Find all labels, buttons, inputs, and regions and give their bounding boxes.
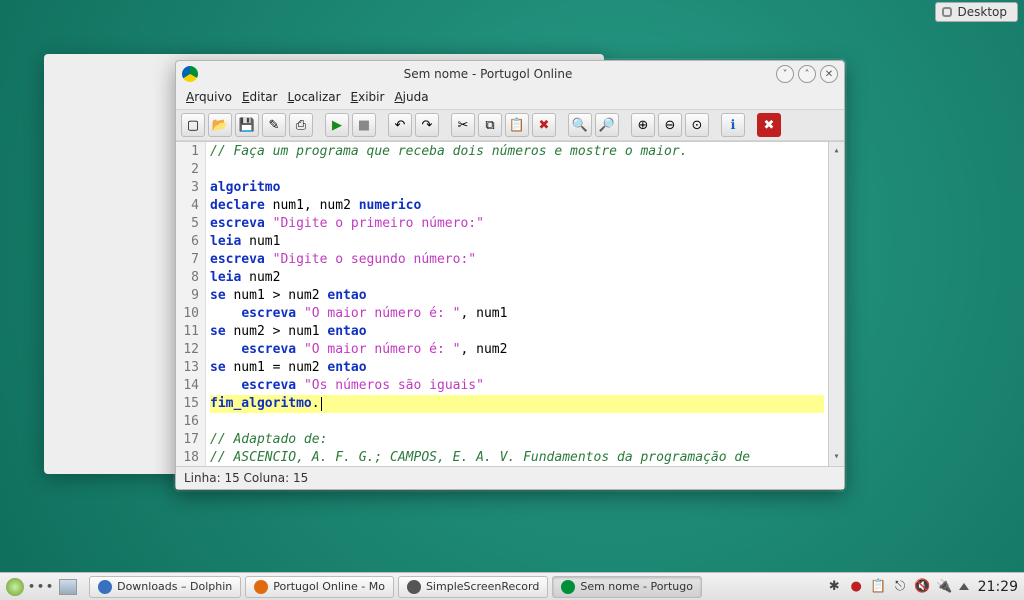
toolbar-about-button[interactable]: ℹ bbox=[721, 113, 745, 137]
toolbar-copy-button[interactable]: ⧉ bbox=[478, 113, 502, 137]
task-icon bbox=[254, 580, 268, 594]
start-menu[interactable] bbox=[6, 578, 24, 596]
code-line[interactable]: // ASCENCIO, A. F. G.; CAMPOS, E. A. V. … bbox=[210, 449, 824, 466]
vertical-scrollbar[interactable] bbox=[828, 142, 844, 466]
tray-battery-icon[interactable]: 🔌 bbox=[937, 579, 952, 594]
menu-arquivo[interactable]: Arquivo bbox=[182, 88, 236, 106]
code-line[interactable]: escreva "Digite o segundo número:" bbox=[210, 251, 824, 269]
task-label: Portugol Online - Mo bbox=[273, 580, 385, 593]
quicklaunch[interactable]: ••• bbox=[28, 580, 55, 593]
toolbar-zoomreset-button[interactable]: ⊙ bbox=[685, 113, 709, 137]
code-line[interactable]: escreva "Os números são iguais" bbox=[210, 377, 824, 395]
task-firefox[interactable]: Portugol Online - Mo bbox=[245, 576, 394, 598]
status-bar: Linha: 15 Coluna: 15 bbox=[176, 466, 844, 489]
desktop-swapper-label: Desktop bbox=[958, 5, 1008, 19]
task-portugol[interactable]: Sem nome - Portugo bbox=[552, 576, 702, 598]
window-title: Sem nome - Portugol Online bbox=[204, 67, 772, 81]
menu-ajuda[interactable]: Ajuda bbox=[390, 88, 432, 106]
app-icon bbox=[182, 66, 198, 82]
code-editor[interactable]: 12345678910111213141516171819 // Faça um… bbox=[176, 141, 844, 466]
toolbar-find-button[interactable]: 🔍 bbox=[568, 113, 592, 137]
minimize-button[interactable]: ˅ bbox=[776, 65, 794, 83]
toolbar-exit-button[interactable]: ✖ bbox=[757, 113, 781, 137]
task-icon bbox=[407, 580, 421, 594]
app-window-portugol: Sem nome - Portugol Online ˅ ˄ ✕ Arquivo… bbox=[175, 60, 845, 490]
toolbar-zoomin-button[interactable]: ⊕ bbox=[631, 113, 655, 137]
taskbar: ••• Downloads – Dolphin Portugol Online -… bbox=[0, 572, 1024, 600]
tray-network-icon[interactable]: ⎋ bbox=[893, 579, 908, 594]
toolbar: ▢📂💾✎⎙▶■↶↷✂⧉📋✖🔍🔎⊕⊖⊙ℹ✖ bbox=[176, 109, 844, 141]
task-label: SimpleScreenRecord bbox=[426, 580, 539, 593]
toolbar-zoomout-button[interactable]: ⊖ bbox=[658, 113, 682, 137]
toolbar-save-button[interactable]: 💾 bbox=[235, 113, 259, 137]
toolbar-paste-button[interactable]: 📋 bbox=[505, 113, 529, 137]
menu-editar[interactable]: Editar bbox=[238, 88, 282, 106]
opensuse-start-icon bbox=[6, 578, 24, 596]
code-line[interactable]: se num1 > num2 entao bbox=[210, 287, 824, 305]
code-line[interactable]: // Adaptado de: bbox=[210, 431, 824, 449]
toolbar-cut-button[interactable]: ✂ bbox=[451, 113, 475, 137]
code-line[interactable]: escreva "Digite o primeiro número:" bbox=[210, 215, 824, 233]
toolbar-delete-button[interactable]: ✖ bbox=[532, 113, 556, 137]
task-dolphin[interactable]: Downloads – Dolphin bbox=[89, 576, 241, 598]
code-line[interactable]: se num2 > num1 entao bbox=[210, 323, 824, 341]
code-line[interactable]: algoritmo bbox=[210, 179, 824, 197]
system-tray: ✱ ● 📋 ⎋ 🔇 🔌 21:29 bbox=[827, 579, 1018, 595]
pager[interactable] bbox=[59, 579, 77, 595]
tray-expand-icon[interactable] bbox=[959, 583, 969, 590]
task-icon bbox=[561, 580, 575, 594]
code-line[interactable]: escreva "O maior número é: ", num2 bbox=[210, 341, 824, 359]
toolbar-redo-button[interactable]: ↷ bbox=[415, 113, 439, 137]
code-line[interactable]: se num1 = num2 entao bbox=[210, 359, 824, 377]
code-line[interactable]: fim_algoritmo. bbox=[210, 395, 824, 413]
toolbar-run-button[interactable]: ▶ bbox=[325, 113, 349, 137]
task-label: Downloads – Dolphin bbox=[117, 580, 232, 593]
close-button[interactable]: ✕ bbox=[820, 65, 838, 83]
desktop-swapper[interactable]: Desktop bbox=[935, 2, 1019, 22]
task-icon bbox=[98, 580, 112, 594]
desktop-swapper-icon bbox=[942, 7, 952, 17]
toolbar-undo-button[interactable]: ↶ bbox=[388, 113, 412, 137]
tray-record-icon[interactable]: ● bbox=[849, 579, 864, 594]
tray-updates-icon[interactable]: ✱ bbox=[827, 579, 842, 594]
code-line[interactable] bbox=[210, 413, 824, 431]
toolbar-stop-button[interactable]: ■ bbox=[352, 113, 376, 137]
code-line[interactable]: leia num2 bbox=[210, 269, 824, 287]
toolbar-open-button[interactable]: 📂 bbox=[208, 113, 232, 137]
task-list: Downloads – Dolphin Portugol Online - Mo S… bbox=[89, 576, 702, 598]
toolbar-print-button[interactable]: ⎙ bbox=[289, 113, 313, 137]
titlebar[interactable]: Sem nome - Portugol Online ˅ ˄ ✕ bbox=[176, 61, 844, 87]
toolbar-replace-button[interactable]: 🔎 bbox=[595, 113, 619, 137]
code-line[interactable]: leia num1 bbox=[210, 233, 824, 251]
tray-volume-icon[interactable]: 🔇 bbox=[915, 579, 930, 594]
code-area[interactable]: // Faça um programa que receba dois núme… bbox=[206, 142, 828, 466]
menubar: ArquivoEditarLocalizarExibirAjuda bbox=[176, 87, 844, 109]
code-line[interactable] bbox=[210, 161, 824, 179]
task-label: Sem nome - Portugo bbox=[580, 580, 693, 593]
maximize-button[interactable]: ˄ bbox=[798, 65, 816, 83]
clock[interactable]: 21:29 bbox=[978, 579, 1018, 595]
menu-localizar[interactable]: Localizar bbox=[284, 88, 345, 106]
line-gutter: 12345678910111213141516171819 bbox=[176, 142, 206, 466]
tray-clipboard-icon[interactable]: 📋 bbox=[871, 579, 886, 594]
code-line[interactable]: escreva "O maior número é: ", num1 bbox=[210, 305, 824, 323]
menu-exibir[interactable]: Exibir bbox=[347, 88, 389, 106]
toolbar-saveas-button[interactable]: ✎ bbox=[262, 113, 286, 137]
task-ssr[interactable]: SimpleScreenRecord bbox=[398, 576, 548, 598]
toolbar-new-button[interactable]: ▢ bbox=[181, 113, 205, 137]
code-line[interactable]: // Faça um programa que receba dois núme… bbox=[210, 143, 824, 161]
code-line[interactable]: declare num1, num2 numerico bbox=[210, 197, 824, 215]
